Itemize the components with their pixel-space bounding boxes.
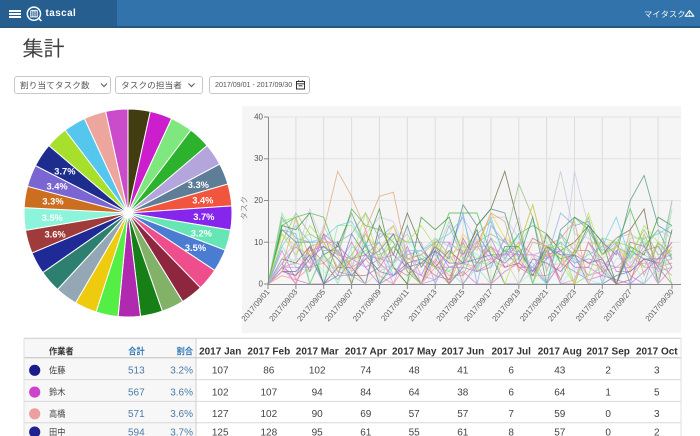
- svg-text:57: 57: [409, 409, 421, 420]
- svg-text:128: 128: [260, 427, 277, 436]
- svg-text:86: 86: [263, 366, 275, 377]
- svg-text:8: 8: [508, 427, 514, 436]
- svg-text:40: 40: [254, 113, 263, 122]
- svg-text:594: 594: [128, 427, 145, 436]
- svg-text:567: 567: [128, 387, 145, 398]
- svg-text:64: 64: [554, 387, 566, 398]
- svg-text:43: 43: [554, 366, 566, 377]
- svg-text:2017/09/21: 2017/09/21: [518, 288, 550, 324]
- svg-text:94: 94: [312, 387, 324, 398]
- svg-text:57: 57: [554, 427, 566, 436]
- svg-text:2017 Jul: 2017 Jul: [491, 347, 531, 358]
- svg-text:2017/09/15: 2017/09/15: [435, 287, 467, 323]
- svg-text:3.3%: 3.3%: [42, 197, 64, 207]
- svg-text:3.2%: 3.2%: [170, 366, 193, 377]
- svg-text:102: 102: [260, 409, 277, 420]
- svg-text:2017/09/05: 2017/09/05: [295, 287, 327, 323]
- svg-text:3.7%: 3.7%: [54, 166, 76, 176]
- svg-text:2017/09/30: 2017/09/30: [644, 287, 676, 323]
- svg-text:102: 102: [212, 387, 229, 398]
- svg-text:6: 6: [508, 366, 514, 377]
- svg-text:2017 Sep: 2017 Sep: [587, 347, 630, 358]
- svg-text:2017 Aug: 2017 Aug: [538, 347, 582, 358]
- svg-text:5: 5: [654, 387, 660, 398]
- svg-text:1: 1: [605, 387, 611, 398]
- svg-text:84: 84: [360, 387, 372, 398]
- svg-text:2017/09/03: 2017/09/03: [267, 288, 299, 324]
- svg-text:513: 513: [128, 366, 145, 377]
- svg-text:69: 69: [360, 409, 372, 420]
- svg-text:3.4%: 3.4%: [46, 181, 68, 191]
- svg-text:2017 Oct: 2017 Oct: [636, 347, 678, 358]
- svg-text:61: 61: [457, 427, 469, 436]
- svg-text:7: 7: [508, 409, 514, 420]
- svg-text:102: 102: [309, 366, 326, 377]
- svg-text:3: 3: [654, 366, 660, 377]
- svg-text:41: 41: [457, 366, 469, 377]
- svg-text:2017/09/13: 2017/09/13: [407, 288, 439, 324]
- svg-text:0: 0: [259, 280, 264, 289]
- svg-text:3.6%: 3.6%: [170, 409, 193, 420]
- svg-text:125: 125: [212, 427, 229, 436]
- svg-text:2017 Apr: 2017 Apr: [345, 347, 387, 358]
- svg-text:64: 64: [409, 387, 421, 398]
- svg-text:3.3%: 3.3%: [188, 180, 210, 190]
- svg-text:0: 0: [605, 427, 611, 436]
- svg-text:3.5%: 3.5%: [42, 213, 64, 223]
- svg-text:2017/09/25: 2017/09/25: [574, 287, 606, 323]
- svg-text:10: 10: [254, 238, 263, 247]
- svg-text:3.4%: 3.4%: [192, 195, 214, 205]
- svg-text:3.7%: 3.7%: [193, 212, 215, 222]
- svg-text:2: 2: [605, 366, 611, 377]
- svg-text:107: 107: [212, 366, 229, 377]
- svg-text:2017 May: 2017 May: [392, 347, 437, 358]
- svg-text:2017/09/07: 2017/09/07: [323, 288, 355, 324]
- svg-text:3.2%: 3.2%: [191, 228, 213, 238]
- svg-text:127: 127: [212, 409, 229, 420]
- svg-text:90: 90: [312, 409, 324, 420]
- svg-text:2017/09/11: 2017/09/11: [379, 288, 411, 323]
- svg-text:2017 Jun: 2017 Jun: [441, 347, 484, 358]
- svg-text:2017 Jan: 2017 Jan: [199, 347, 241, 358]
- svg-text:6: 6: [508, 387, 514, 398]
- svg-text:48: 48: [409, 366, 421, 377]
- svg-text:107: 107: [260, 387, 277, 398]
- svg-text:2017/09/17: 2017/09/17: [462, 288, 494, 324]
- svg-text:30: 30: [254, 154, 263, 163]
- svg-text:3.6%: 3.6%: [44, 230, 66, 240]
- svg-text:57: 57: [457, 409, 469, 420]
- svg-text:3: 3: [654, 409, 660, 420]
- svg-text:20: 20: [254, 196, 263, 205]
- svg-text:2017 Mar: 2017 Mar: [296, 347, 339, 358]
- svg-text:61: 61: [360, 427, 372, 436]
- svg-text:38: 38: [457, 387, 469, 398]
- svg-text:3.6%: 3.6%: [170, 387, 193, 398]
- svg-text:2017 Feb: 2017 Feb: [247, 347, 290, 358]
- svg-text:55: 55: [409, 427, 421, 436]
- svg-text:2: 2: [654, 427, 660, 436]
- svg-text:571: 571: [128, 409, 145, 420]
- svg-text:2017/09/19: 2017/09/19: [490, 288, 522, 324]
- svg-text:59: 59: [554, 409, 566, 420]
- svg-text:2017/09/01: 2017/09/01: [240, 288, 272, 324]
- svg-text:3.7%: 3.7%: [170, 427, 193, 436]
- svg-text:2017/09/27: 2017/09/27: [602, 288, 634, 324]
- svg-text:74: 74: [360, 366, 372, 377]
- svg-text:95: 95: [312, 427, 324, 436]
- svg-text:2017/09/23: 2017/09/23: [546, 288, 578, 324]
- svg-text:2017/09/09: 2017/09/09: [351, 288, 383, 324]
- svg-text:0: 0: [605, 409, 611, 420]
- svg-text:3.5%: 3.5%: [185, 243, 207, 253]
